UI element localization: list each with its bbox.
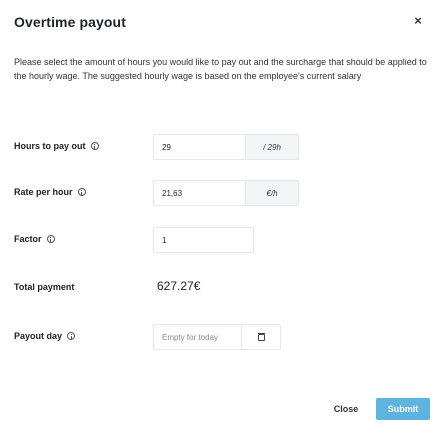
- rate-label-group: Rate per hour: [14, 187, 86, 197]
- rate-row: Rate per hour 21,63 €/h: [0, 180, 445, 206]
- rate-label: Rate per hour: [14, 187, 73, 197]
- payout-day-input[interactable]: Empty for today: [153, 324, 241, 350]
- total-label: Total payment: [14, 282, 75, 292]
- info-icon[interactable]: [77, 188, 86, 196]
- total-row: Total payment 627.27€: [0, 275, 445, 301]
- total-payment-value: 627.27€: [157, 279, 201, 293]
- close-button[interactable]: Close: [323, 398, 369, 420]
- factor-label: Factor: [14, 234, 42, 244]
- payout-day-label-group: Payout day: [14, 331, 76, 341]
- hours-label-group: Hours to pay out: [14, 141, 99, 151]
- payout-day-input-group: Empty for today: [153, 324, 281, 350]
- payout-day-placeholder: Empty for today: [162, 332, 219, 342]
- factor-label-group: Factor: [14, 234, 55, 244]
- total-label-group: Total payment: [14, 282, 74, 292]
- calendar-button[interactable]: [241, 324, 281, 350]
- info-icon[interactable]: [46, 235, 55, 243]
- factor-input-group: 1: [153, 227, 254, 253]
- hours-input[interactable]: 29: [153, 134, 245, 160]
- info-icon[interactable]: [90, 142, 99, 150]
- modal-description: Please select the amount of hours you wo…: [14, 57, 427, 81]
- hours-row: Hours to pay out 29 / 29h: [0, 134, 445, 160]
- modal-title: Overtime payout: [14, 14, 126, 30]
- hours-label: Hours to pay out: [14, 141, 86, 151]
- payout-day-row: Payout day Empty for today: [0, 324, 445, 350]
- info-icon[interactable]: [67, 332, 76, 340]
- rate-input-group: 21,63 €/h: [153, 180, 299, 206]
- factor-row: Factor 1: [0, 227, 445, 253]
- overtime-payout-modal: Overtime payout × Please select the amou…: [0, 0, 445, 431]
- submit-button[interactable]: Submit: [376, 398, 430, 420]
- modal-footer: Close Submit: [0, 396, 445, 422]
- payout-day-label: Payout day: [14, 331, 63, 341]
- hours-max-addon: / 29h: [245, 134, 299, 160]
- rate-input[interactable]: 21,63: [153, 180, 245, 206]
- rate-unit-addon: €/h: [245, 180, 299, 206]
- calendar-icon: [257, 332, 265, 341]
- hours-input-group: 29 / 29h: [153, 134, 299, 160]
- close-icon[interactable]: ×: [412, 14, 424, 28]
- factor-input[interactable]: 1: [153, 227, 254, 253]
